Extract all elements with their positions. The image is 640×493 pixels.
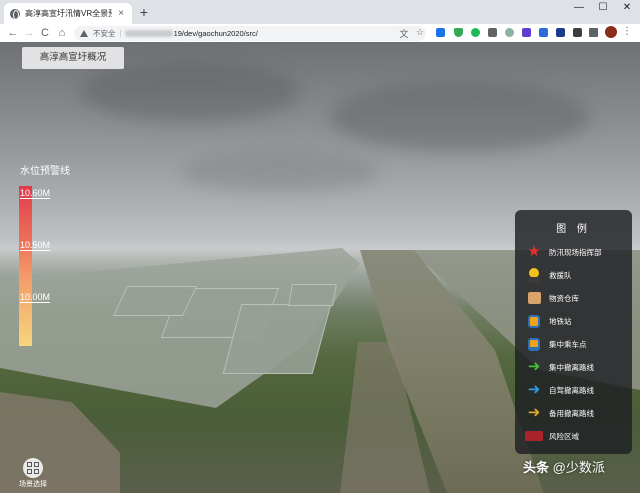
star-icon[interactable]: ☆ bbox=[414, 27, 426, 38]
legend-label: 风险区域 bbox=[549, 431, 579, 441]
water-level-gauge bbox=[19, 186, 32, 346]
legend-label: 备用撤离路线 bbox=[549, 408, 594, 418]
watermark-at: @ bbox=[552, 460, 566, 475]
paddy-field bbox=[113, 286, 197, 316]
url-path[interactable]: 19/dev/gaochun2020/src/ bbox=[174, 29, 258, 38]
pocket-icon[interactable] bbox=[556, 28, 565, 37]
legend-item: 救援队 bbox=[525, 267, 572, 283]
back-button[interactable]: ← bbox=[6, 26, 20, 40]
badge-ext-icon[interactable] bbox=[522, 28, 531, 37]
water-level-tick: 10.50M bbox=[20, 240, 51, 251]
new-tab-button[interactable]: + bbox=[137, 5, 151, 19]
address-separator: | bbox=[119, 29, 122, 38]
globe-icon bbox=[10, 8, 20, 20]
legend-label: 地铁站 bbox=[549, 316, 572, 326]
tab-close-button[interactable]: × bbox=[116, 8, 126, 19]
yellow-arrow-icon: ➜ bbox=[527, 404, 541, 421]
legend-label: 集中乘车点 bbox=[549, 339, 587, 349]
legend-item: 物资仓库 bbox=[525, 290, 579, 306]
paddy-field bbox=[288, 284, 337, 306]
forward-button[interactable]: → bbox=[22, 26, 36, 40]
watermark-name: 少数派 bbox=[565, 460, 605, 475]
legend-panel: 图 例 ★ 防汛现场指挥部 救援队 物资仓库 地铁站 集中乘车点 ➜ 集中撤离路… bbox=[515, 210, 632, 454]
extensions-icon[interactable] bbox=[589, 28, 598, 37]
browser-tabbar: 高淳高宣圩汛情VR全景预案 × + — ☐ ✕ bbox=[0, 0, 640, 24]
cloud bbox=[180, 152, 380, 192]
legend-label: 集中撤离路线 bbox=[549, 362, 594, 372]
translate-ext-icon[interactable] bbox=[539, 28, 548, 37]
evernote-icon[interactable] bbox=[471, 28, 480, 37]
watermark: 头条 @少数派 bbox=[523, 457, 605, 476]
home-button[interactable]: ⌂ bbox=[55, 26, 69, 40]
mail-icon[interactable] bbox=[488, 28, 497, 37]
overview-button[interactable]: 高淳高宣圩概况 bbox=[22, 47, 124, 69]
scene-select-label: 场景选择 bbox=[19, 481, 47, 488]
green-arrow-icon: ➜ bbox=[527, 358, 541, 375]
water-level-tick: 10.00M bbox=[20, 292, 51, 303]
warning-icon bbox=[80, 30, 88, 37]
legend-item: ➜ 自驾撤离路线 bbox=[525, 382, 594, 398]
risk-area-icon bbox=[525, 428, 543, 444]
browser-toolbar: ← → C ⌂ 不安全 | 19/dev/gaochun2020/src/ 文 … bbox=[0, 24, 640, 42]
legend-label: 物资仓库 bbox=[549, 293, 579, 303]
legend-item: ➜ 集中撤离路线 bbox=[525, 359, 594, 375]
security-label[interactable]: 不安全 bbox=[93, 28, 116, 39]
browser-tab[interactable]: 高淳高宣圩汛情VR全景预案 × bbox=[4, 3, 132, 24]
legend-item: ★ 防汛现场指挥部 bbox=[525, 243, 602, 260]
paddy-field bbox=[222, 304, 332, 374]
rescuer-icon bbox=[525, 267, 543, 283]
close-window-button[interactable]: ✕ bbox=[617, 0, 637, 16]
translate-icon[interactable]: 文 bbox=[398, 27, 410, 40]
cloud bbox=[80, 62, 300, 122]
legend-item: 风险区域 bbox=[525, 428, 579, 444]
legend-item: ➜ 备用撤离路线 bbox=[525, 405, 594, 421]
tab-title: 高淳高宣圩汛情VR全景预案 bbox=[25, 9, 112, 18]
grid-icon bbox=[23, 458, 43, 478]
bookmark-ext-icon[interactable] bbox=[573, 28, 582, 37]
bus-icon bbox=[525, 336, 543, 352]
scene-select-button[interactable]: 场景选择 bbox=[18, 458, 48, 488]
water-level-tick: 10.60M bbox=[20, 188, 51, 199]
cloud bbox=[330, 82, 590, 152]
legend-item: 地铁站 bbox=[525, 313, 572, 329]
legend-label: 防汛现场指挥部 bbox=[549, 247, 602, 257]
shield-icon[interactable] bbox=[454, 28, 463, 37]
maximize-button[interactable]: ☐ bbox=[593, 0, 613, 16]
panorama-viewport[interactable]: 高淳高宣圩概况 水位预警线 10.60M 10.50M 10.00M 图 例 ★… bbox=[0, 42, 640, 493]
legend-item: 集中乘车点 bbox=[525, 336, 587, 352]
legend-label: 自驾撤离路线 bbox=[549, 385, 594, 395]
legend-title: 图 例 bbox=[556, 224, 591, 235]
blue-arrow-icon: ➜ bbox=[527, 381, 541, 398]
trello-icon[interactable] bbox=[436, 28, 445, 37]
minimize-button[interactable]: — bbox=[569, 0, 589, 16]
address-bar[interactable]: 不安全 | 19/dev/gaochun2020/src/ bbox=[74, 26, 426, 41]
reload-button[interactable]: C bbox=[38, 26, 52, 40]
red-star-icon: ★ bbox=[527, 243, 541, 260]
profile-avatar[interactable] bbox=[605, 26, 617, 38]
metro-icon bbox=[525, 313, 543, 329]
settings-ext-icon[interactable] bbox=[505, 28, 514, 37]
warehouse-icon bbox=[525, 290, 543, 306]
legend-label: 救援队 bbox=[549, 270, 572, 280]
redacted-host bbox=[124, 30, 173, 37]
watermark-prefix: 头条 bbox=[523, 460, 550, 475]
menu-icon[interactable]: ⋮ bbox=[622, 26, 632, 37]
water-level-title: 水位预警线 bbox=[20, 166, 70, 177]
